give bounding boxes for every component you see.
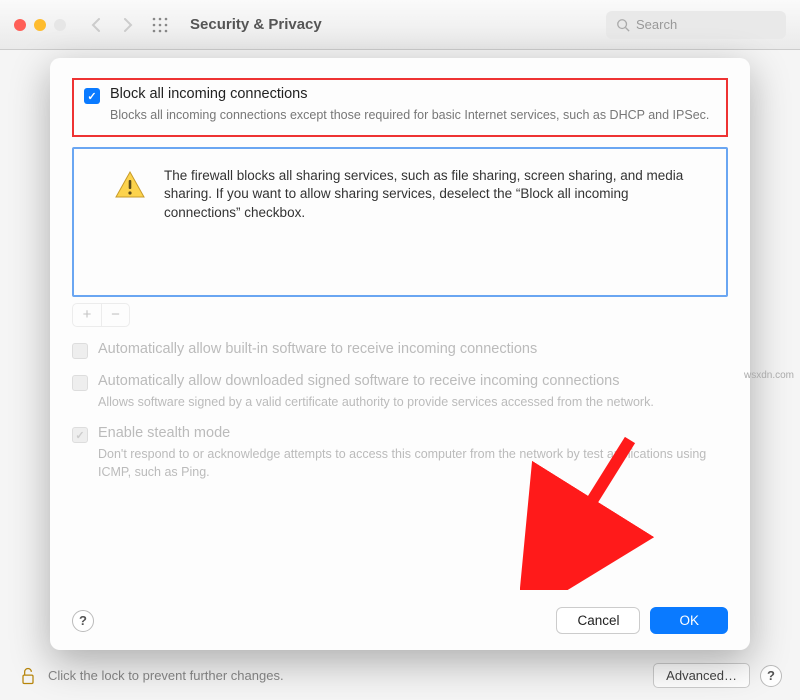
lock-text: Click the lock to prevent further change…	[48, 668, 284, 683]
opt-signed-row: Automatically allow downloaded signed so…	[72, 373, 728, 412]
opt-signed-desc: Allows software signed by a valid certif…	[98, 394, 728, 412]
chevron-left-icon	[91, 18, 101, 32]
opt-signed-checkbox	[72, 375, 88, 391]
traffic-lights	[14, 19, 66, 31]
minimize-window-button[interactable]	[34, 19, 46, 31]
opt-builtin-checkbox	[72, 343, 88, 359]
warning-icon	[114, 169, 146, 201]
cancel-button[interactable]: Cancel	[556, 607, 640, 634]
window-toolbar: Security & Privacy Search	[0, 0, 800, 50]
add-app-button[interactable]: +	[73, 304, 101, 326]
opt-stealth-row: Enable stealth mode Don't respond to or …	[72, 425, 728, 481]
block-all-desc: Blocks all incoming connections except t…	[110, 107, 716, 125]
ok-button[interactable]: OK	[650, 607, 728, 634]
show-all-button[interactable]	[148, 13, 172, 37]
chevron-right-icon	[123, 18, 133, 32]
opt-stealth-desc: Don't respond to or acknowledge attempts…	[98, 446, 728, 481]
add-remove-segment: + −	[72, 303, 130, 327]
help-button[interactable]: ?	[760, 665, 782, 687]
opt-builtin-label: Automatically allow built-in software to…	[98, 341, 537, 357]
watermark: wsxdn.com	[744, 370, 794, 381]
firewall-info-box: The firewall blocks all sharing services…	[72, 147, 728, 297]
grid-icon	[152, 17, 168, 33]
firewall-options-sheet: Block all incoming connections Blocks al…	[50, 58, 750, 650]
opt-signed-label: Automatically allow downloaded signed so…	[98, 373, 619, 389]
highlight-block-all: Block all incoming connections Blocks al…	[72, 78, 728, 137]
close-window-button[interactable]	[14, 19, 26, 31]
lock-footer: Click the lock to prevent further change…	[18, 663, 782, 688]
opt-stealth-label: Enable stealth mode	[98, 425, 230, 441]
advanced-button[interactable]: Advanced…	[653, 663, 750, 688]
search-field[interactable]: Search	[606, 11, 786, 39]
block-all-label: Block all incoming connections	[110, 86, 307, 102]
sheet-help-button[interactable]: ?	[72, 610, 94, 632]
sheet-footer: ? Cancel OK	[72, 591, 728, 634]
block-all-checkbox[interactable]	[84, 88, 100, 104]
lock-icon[interactable]	[18, 666, 38, 686]
back-button[interactable]	[84, 13, 108, 37]
opt-builtin-row: Automatically allow built-in software to…	[72, 341, 728, 359]
search-placeholder: Search	[636, 17, 677, 32]
window-title: Security & Privacy	[190, 16, 322, 33]
search-icon	[616, 18, 630, 32]
opt-stealth-checkbox	[72, 427, 88, 443]
remove-app-button[interactable]: −	[101, 304, 129, 326]
firewall-info-text: The firewall blocks all sharing services…	[164, 167, 706, 224]
forward-button[interactable]	[116, 13, 140, 37]
zoom-window-button[interactable]	[54, 19, 66, 31]
